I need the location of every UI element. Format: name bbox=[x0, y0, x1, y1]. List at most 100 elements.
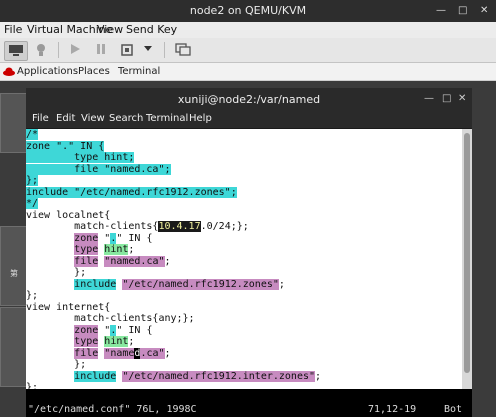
code-line: }; bbox=[26, 267, 321, 279]
menu-file[interactable]: File bbox=[4, 23, 22, 36]
console-button[interactable] bbox=[4, 41, 28, 61]
status-cursor-position: 71,12-19 bbox=[368, 404, 417, 415]
menu-send-key[interactable]: Send Key bbox=[126, 23, 177, 36]
code-highlight: include "/etc/named.rfc1912.zones"; bbox=[26, 186, 237, 198]
code-highlight: }; bbox=[26, 175, 39, 186]
code-text: " IN { bbox=[116, 324, 153, 336]
term-menu-search[interactable]: Search bbox=[109, 113, 143, 124]
close-icon[interactable]: ✕ bbox=[458, 93, 466, 104]
code-text: }; bbox=[26, 290, 39, 301]
code-line: file "named.ca"; bbox=[26, 163, 321, 176]
code-highlight: file bbox=[74, 347, 99, 359]
qemu-toolbar bbox=[0, 38, 496, 63]
qemu-titlebar: node2 on QEMU/KVM — □ ✕ bbox=[0, 0, 496, 22]
code-line: match-clients{10.4.17.0/24;}; bbox=[26, 221, 321, 233]
term-menu-view[interactable]: View bbox=[81, 113, 105, 124]
vim-status-line: "/etc/named.conf" 76L, 1998C 71,12-19 Bo… bbox=[26, 393, 472, 417]
close-icon[interactable]: ✕ bbox=[480, 5, 488, 17]
details-button[interactable] bbox=[30, 41, 52, 59]
code-text: ; bbox=[128, 336, 135, 347]
code-text: view localnet{ bbox=[26, 209, 111, 221]
code-highlight: type bbox=[74, 244, 99, 255]
code-highlight: file "named.ca"; bbox=[26, 163, 171, 175]
code-highlight: zone bbox=[74, 232, 99, 244]
term-menu-file[interactable]: File bbox=[32, 113, 49, 124]
maximize-icon[interactable]: □ bbox=[442, 93, 451, 104]
shutdown-menu-button[interactable] bbox=[140, 41, 156, 59]
code-line: zone "." IN { bbox=[26, 140, 321, 153]
code-text: " IN { bbox=[116, 232, 153, 244]
scrollbar[interactable] bbox=[462, 129, 472, 389]
status-scroll: Bot bbox=[444, 404, 463, 415]
term-menu-terminal[interactable]: Terminal bbox=[146, 113, 188, 124]
code-line: /* bbox=[26, 129, 321, 141]
background-window[interactable] bbox=[0, 307, 28, 387]
code-highlight: zone "." IN { bbox=[26, 140, 105, 152]
play-icon bbox=[71, 44, 80, 54]
background-window[interactable] bbox=[0, 93, 28, 153]
code-line: zone "." IN { bbox=[26, 324, 321, 337]
code-line: include "/etc/named.rfc1912.inter.zones"… bbox=[26, 370, 322, 383]
code-line: file "named.ca"; bbox=[26, 255, 321, 268]
code-text: }; bbox=[26, 382, 39, 389]
fullscreen-button[interactable] bbox=[172, 41, 194, 59]
code-highlight: include bbox=[74, 278, 117, 290]
code-line: include "/etc/named.rfc1912.zones"; bbox=[26, 186, 321, 199]
pause-button[interactable] bbox=[90, 41, 112, 59]
code-line: }; bbox=[26, 175, 321, 187]
code-line: file "named.ca"; bbox=[26, 347, 321, 360]
background-window-label: 第 bbox=[10, 269, 18, 278]
code-line: type hint; bbox=[26, 336, 321, 348]
menu-view[interactable]: View bbox=[97, 23, 123, 36]
code-line: }; bbox=[26, 382, 321, 389]
code-line: */ bbox=[26, 198, 321, 210]
applications-menu[interactable]: Applications bbox=[17, 66, 78, 77]
background-window[interactable] bbox=[0, 226, 28, 306]
code-text: }; bbox=[26, 359, 87, 370]
code-text: ; bbox=[278, 278, 285, 290]
terminal-titlebar: xuniji@node2:/var/named — □ ✕ bbox=[26, 88, 472, 110]
shutdown-button[interactable] bbox=[116, 41, 138, 59]
places-menu[interactable]: Places bbox=[78, 66, 110, 77]
qemu-menubar: File Virtual Machine View Send Key bbox=[0, 22, 496, 38]
code-highlight: "/etc/named.rfc1912.inter.zones" bbox=[122, 370, 316, 382]
vim-editor[interactable]: /* zone "." IN { type hint; file "named.c… bbox=[26, 129, 462, 389]
minimize-icon[interactable]: — bbox=[436, 5, 446, 17]
maximize-icon[interactable]: □ bbox=[458, 5, 467, 17]
code-text: " bbox=[98, 324, 111, 336]
term-menu-help[interactable]: Help bbox=[189, 113, 212, 124]
code-text: ; bbox=[164, 255, 171, 267]
code-text: }; bbox=[26, 267, 87, 278]
code-highlight: include bbox=[74, 370, 117, 382]
code-line: zone "." IN { bbox=[26, 232, 321, 245]
code-text: ; bbox=[315, 370, 322, 382]
run-button[interactable] bbox=[64, 41, 86, 59]
code-highlight: file bbox=[74, 255, 99, 267]
code-text: view internet{ bbox=[26, 301, 111, 313]
code-highlight: type bbox=[74, 336, 99, 347]
terminal-menu[interactable]: Terminal bbox=[118, 66, 160, 77]
code-line: match-clients{any;}; bbox=[26, 313, 321, 325]
code-text: ; bbox=[164, 347, 171, 359]
code-text: ; bbox=[128, 244, 135, 255]
monitor-icon bbox=[9, 45, 23, 56]
scrollbar-thumb[interactable] bbox=[464, 133, 470, 373]
minimize-icon[interactable]: — bbox=[424, 93, 434, 104]
term-menu-edit[interactable]: Edit bbox=[56, 113, 75, 124]
qemu-window-title: node2 on QEMU/KVM bbox=[189, 4, 307, 17]
code-line: type hint; bbox=[26, 244, 321, 256]
code-highlight: "named.ca" bbox=[104, 255, 165, 267]
screens-icon bbox=[175, 43, 191, 56]
terminal-window: xuniji@node2:/var/named — □ ✕ File Edit … bbox=[26, 88, 472, 417]
code-text: match-clients{any;}; bbox=[26, 313, 195, 324]
code-lines: /* zone "." IN { type hint; file "named.c… bbox=[26, 129, 321, 389]
code-highlight: "/etc/named.rfc1912.zones" bbox=[122, 278, 279, 290]
chevron-down-icon bbox=[144, 46, 152, 51]
power-icon bbox=[121, 44, 133, 56]
